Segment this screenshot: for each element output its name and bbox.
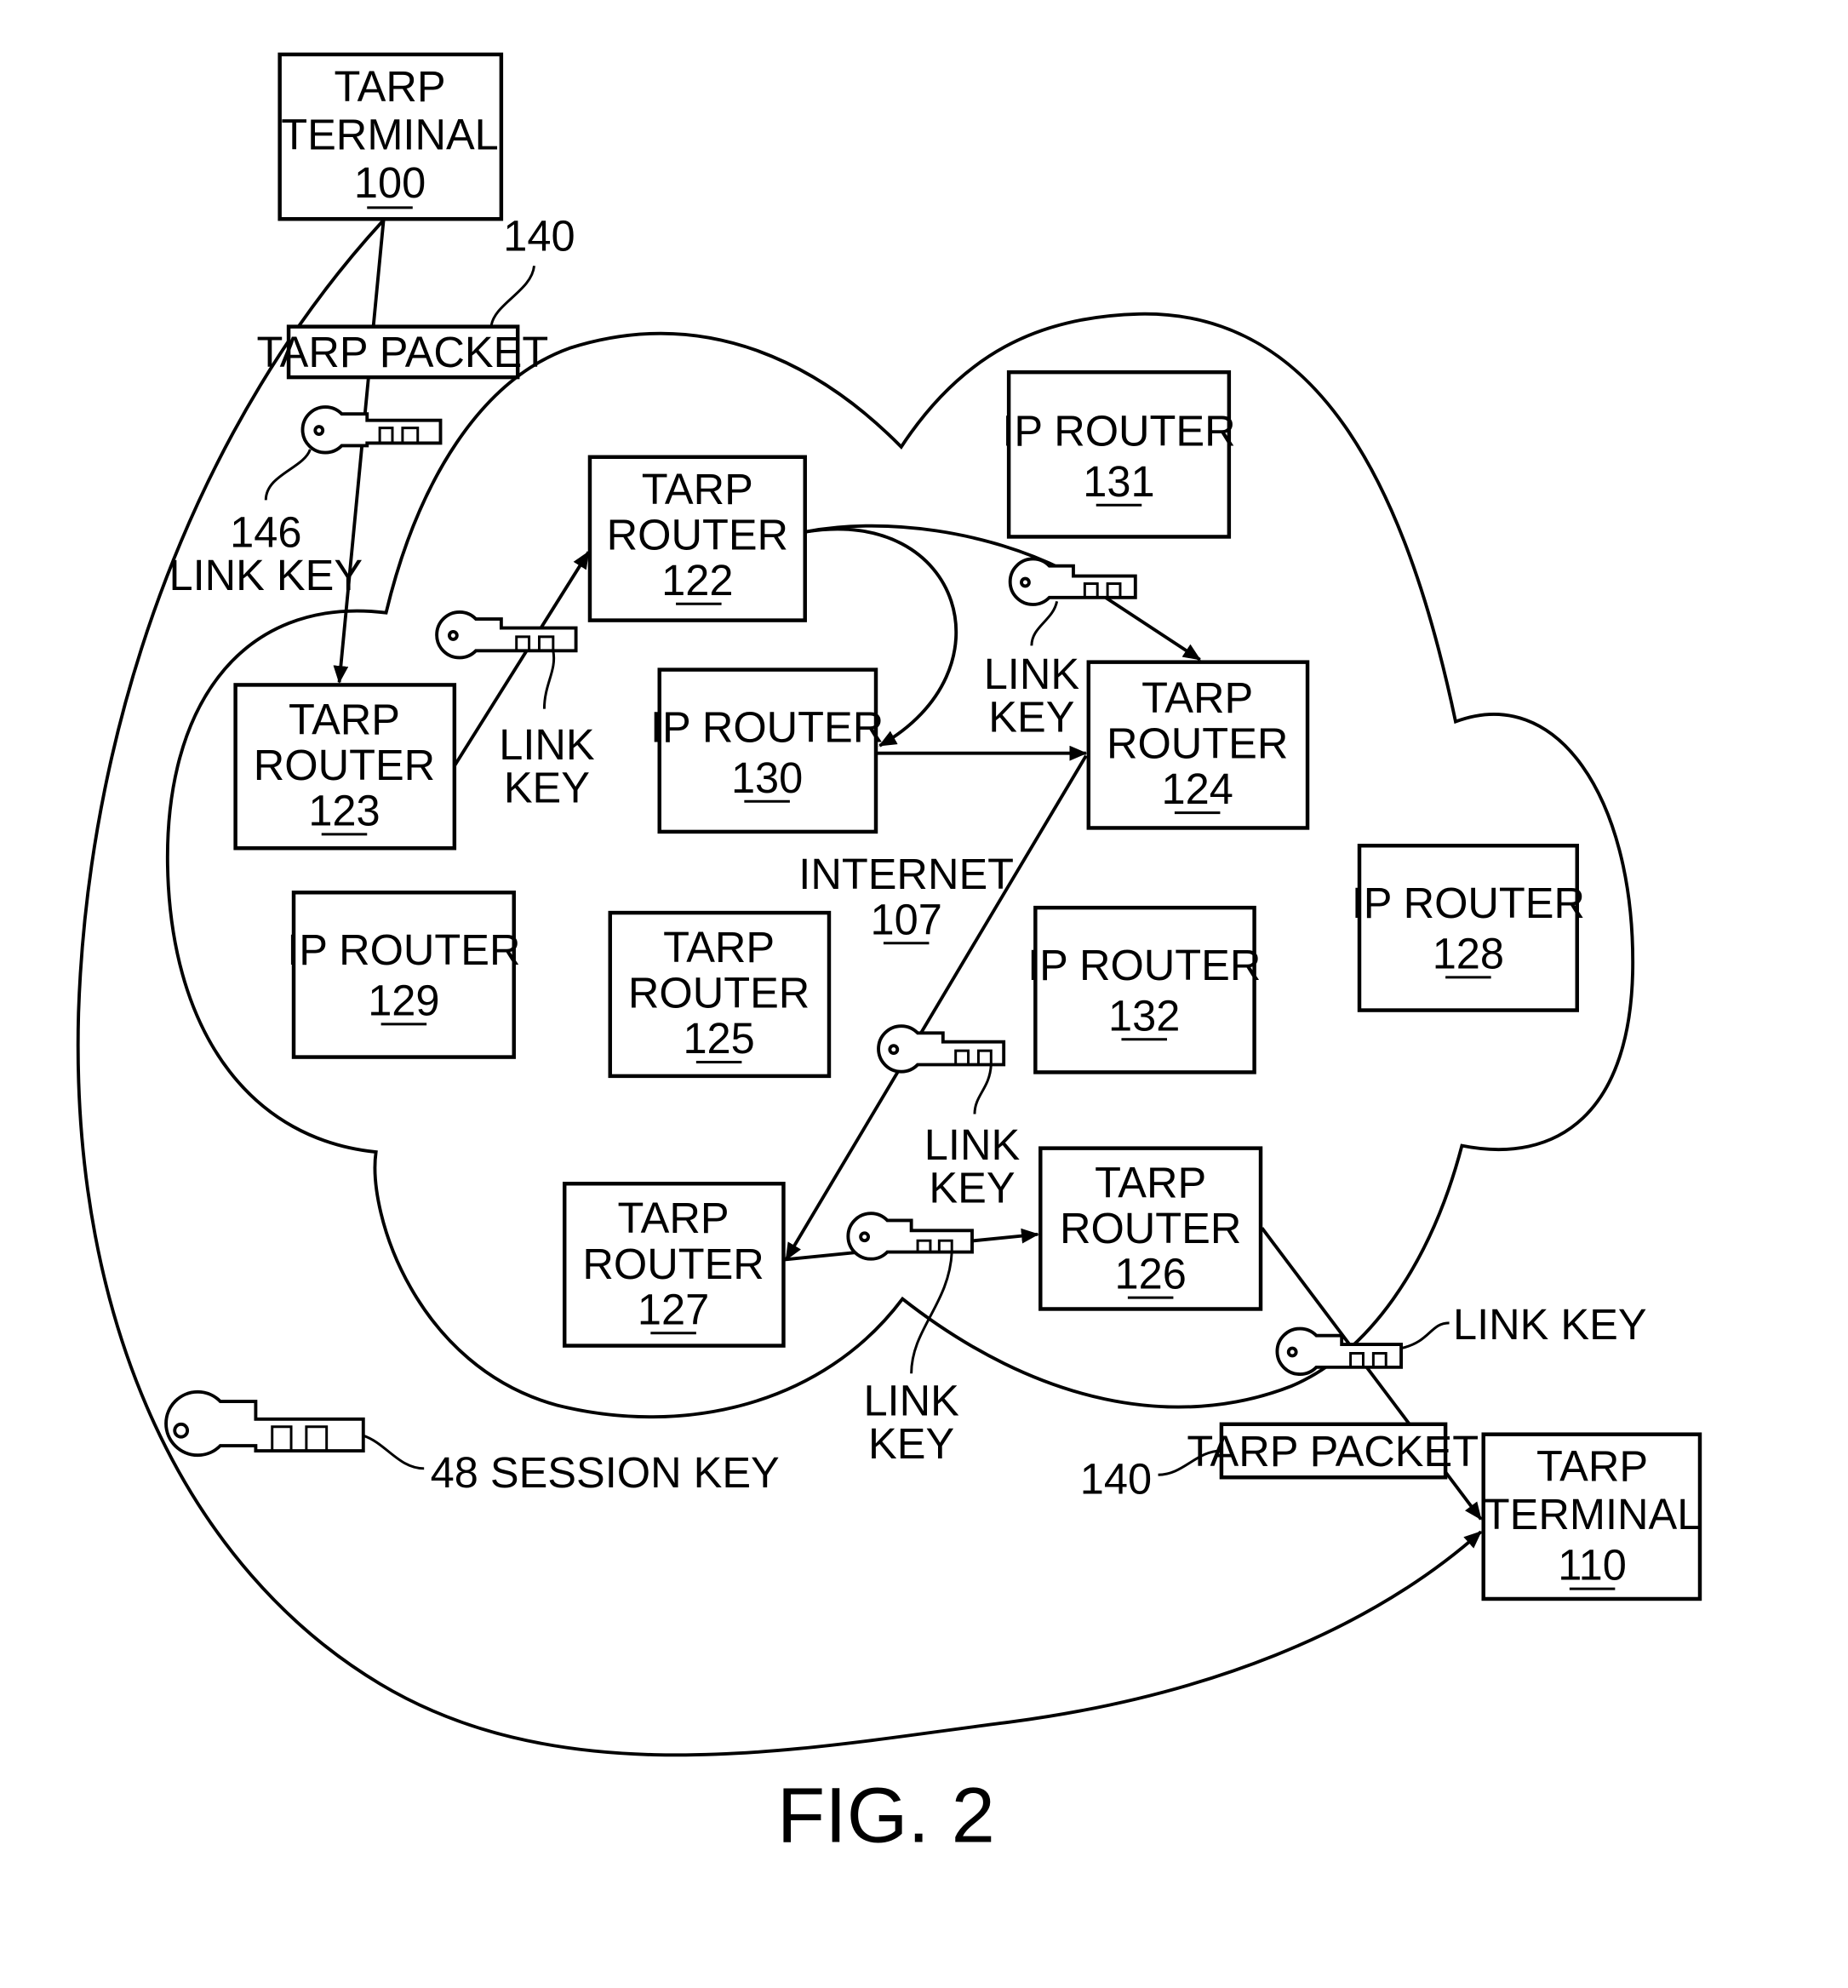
- session-key-48-icon: 48 SESSION KEY: [164, 1389, 780, 1497]
- node-ref: 129: [368, 977, 439, 1025]
- ip-router-129: IP ROUTER 129: [287, 891, 521, 1059]
- node-line: TARP: [1095, 1159, 1206, 1207]
- internet-ref: 107: [871, 895, 942, 943]
- key-label: KEY: [929, 1164, 1015, 1212]
- node-ref: 131: [1083, 457, 1154, 506]
- key-label: KEY: [988, 692, 1074, 741]
- ip-router-131: IP ROUTER 131: [1002, 370, 1236, 539]
- figure-caption: FIG. 2: [777, 1771, 995, 1859]
- key-label: LINK: [984, 650, 1080, 698]
- key-label: LINK: [924, 1120, 1021, 1169]
- node-ref: 130: [731, 753, 803, 802]
- internet-label: INTERNET: [798, 850, 1014, 898]
- node-line: TARP: [618, 1194, 729, 1242]
- key-label: 48 SESSION KEY: [431, 1448, 780, 1497]
- key-label: LINK: [863, 1376, 959, 1424]
- node-line: TARP: [1141, 673, 1253, 722]
- node-ref: 124: [1162, 765, 1233, 813]
- node-ref: 122: [661, 556, 733, 604]
- node-line: IP ROUTER: [287, 925, 520, 974]
- node-line: TARP: [289, 695, 400, 743]
- diagram-svg: TARP TERMINAL 100 TARP ROUTER 122 IP ROU…: [76, 52, 1702, 1859]
- tarp-router-123: TARP ROUTER 123: [233, 683, 457, 851]
- node-ref: 126: [1114, 1250, 1186, 1298]
- node-line: TARP: [663, 923, 775, 971]
- tarp-router-127: TARP ROUTER 127: [562, 1182, 786, 1348]
- node-line: ROUTER: [607, 510, 788, 559]
- node-line: TARP: [334, 62, 445, 111]
- packet-ref: 140: [1080, 1455, 1152, 1504]
- node-ref: 110: [1558, 1541, 1627, 1590]
- link-key-icon: LINK KEY: [1275, 1300, 1647, 1376]
- ip-router-132: IP ROUTER 132: [1027, 905, 1261, 1074]
- link-key-icon: LINK KEY: [435, 610, 595, 812]
- tarp-packet-bottom: TARP PACKET 140: [1080, 1422, 1479, 1504]
- key-label: LINK KEY: [1453, 1300, 1647, 1349]
- node-line: ROUTER: [1060, 1204, 1241, 1252]
- tarp-packet-top: TARP PACKET 140: [257, 211, 575, 380]
- node-ref: 132: [1108, 991, 1180, 1040]
- node-line: ROUTER: [582, 1240, 764, 1288]
- tarp-router-125: TARP ROUTER 125: [608, 910, 832, 1079]
- node-line: ROUTER: [628, 969, 810, 1017]
- node-line: IP ROUTER: [650, 702, 884, 751]
- key-label: KEY: [504, 764, 590, 812]
- ip-router-128: IP ROUTER 128: [1352, 844, 1585, 1012]
- key-ref: 146: [230, 507, 301, 556]
- key-label: LINK: [499, 720, 595, 769]
- link-key-icon: LINK KEY: [846, 1212, 974, 1468]
- node-ref: 100: [354, 158, 426, 207]
- packet-label: TARP PACKET: [257, 328, 549, 376]
- ip-router-130: IP ROUTER 130: [650, 667, 884, 834]
- node-line: ROUTER: [254, 741, 435, 789]
- node-line: TERMINAL: [281, 110, 499, 158]
- node-line: ROUTER: [1107, 719, 1288, 768]
- node-line: IP ROUTER: [1002, 406, 1235, 455]
- link-key-icon: LINK KEY: [877, 1024, 1021, 1212]
- node-line: TARP: [642, 465, 753, 513]
- node-ref: 128: [1433, 929, 1504, 977]
- tarp-terminal-100: TARP TERMINAL 100: [277, 52, 504, 221]
- tarp-router-122: TARP ROUTER 122: [587, 455, 807, 622]
- tarp-router-126: TARP ROUTER 126: [1038, 1146, 1263, 1311]
- node-line: IP ROUTER: [1352, 879, 1585, 927]
- key-label: KEY: [868, 1419, 954, 1468]
- key-label: LINK KEY: [169, 551, 363, 599]
- node-ref: 123: [308, 786, 380, 834]
- packet-label: TARP PACKET: [1187, 1427, 1479, 1475]
- node-ref: 127: [638, 1285, 709, 1333]
- patent-figure: TARP TERMINAL 100 TARP ROUTER 122 IP ROU…: [0, 0, 1848, 1984]
- link-122-124: [805, 524, 1201, 662]
- tarp-router-124: TARP ROUTER 124: [1086, 660, 1310, 830]
- node-line: TERMINAL: [1484, 1490, 1702, 1538]
- link-key-146-icon: 146 LINK KEY: [169, 405, 443, 599]
- packet-ref: 140: [503, 211, 575, 260]
- tarp-terminal-110: TARP TERMINAL 110: [1481, 1432, 1702, 1601]
- node-ref: 125: [683, 1014, 754, 1063]
- node-line: IP ROUTER: [1027, 941, 1261, 989]
- node-line: TARP: [1536, 1442, 1648, 1491]
